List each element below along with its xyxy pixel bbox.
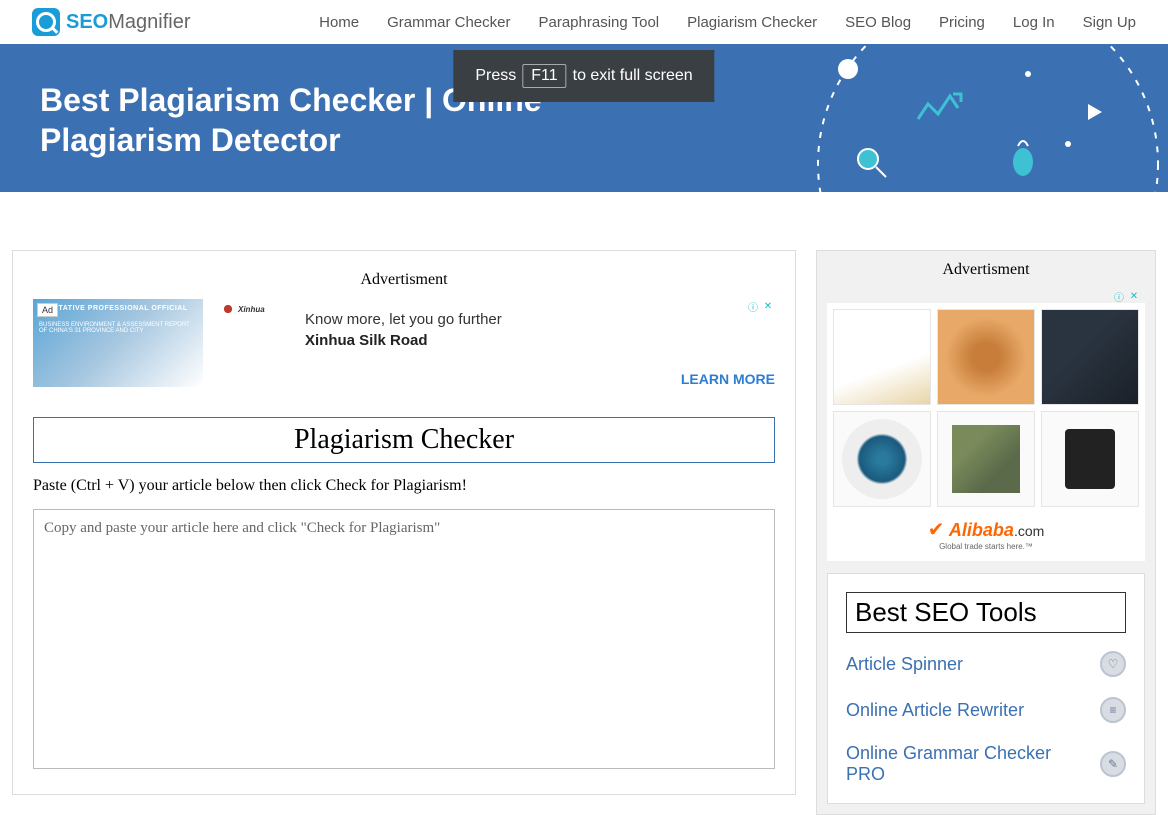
- ad-brand-name: Xinhua: [238, 305, 265, 314]
- alibaba-logo[interactable]: ✔ Alibaba.com Global trade starts here.™: [833, 513, 1139, 555]
- tool-row: Online Grammar Checker PRO ✎: [846, 743, 1126, 785]
- tools-title: Best SEO Tools: [846, 592, 1126, 633]
- ad-product-sdcard[interactable]: [1041, 411, 1139, 507]
- alibaba-name: Alibaba: [949, 520, 1014, 540]
- sidebar-ad-choices[interactable]: ⓘ ✕: [827, 289, 1145, 303]
- xinhua-icon: [221, 302, 235, 316]
- ad-product-case[interactable]: [1041, 309, 1139, 405]
- ad-close-icon[interactable]: ✕: [761, 299, 775, 313]
- ad-choices[interactable]: ⓘ ✕: [746, 299, 775, 313]
- ad-brand-logo: Xinhua: [221, 299, 279, 319]
- advertisement-main[interactable]: Ad HORITATIVE PROFESSIONAL OFFICIAL BUSI…: [33, 299, 775, 387]
- ad-cta[interactable]: LEARN MORE: [305, 371, 775, 387]
- sidebar: Advertisment ⓘ ✕ ✔ Alibaba.com Global tr…: [816, 250, 1156, 815]
- magnifier-icon: [32, 8, 60, 36]
- nav-paraphrasing-tool[interactable]: Paraphrasing Tool: [538, 14, 659, 31]
- seo-tools-panel: Best SEO Tools Article Spinner ♡ Online …: [827, 573, 1145, 804]
- hero-decoration-icon: [768, 44, 1168, 192]
- nav-plagiarism-checker[interactable]: Plagiarism Checker: [687, 14, 817, 31]
- fullscreen-post: to exit full screen: [573, 67, 693, 85]
- ad-title: Xinhua Silk Road: [305, 332, 775, 349]
- nav-seo-blog[interactable]: SEO Blog: [845, 14, 911, 31]
- ad-thumb-headline: HORITATIVE PROFESSIONAL OFFICIAL: [39, 305, 197, 312]
- article-textarea[interactable]: [33, 509, 775, 769]
- tool-row: Online Article Rewriter ≡: [846, 697, 1126, 723]
- ad-close-icon[interactable]: ✕: [1127, 289, 1141, 303]
- fullscreen-key: F11: [522, 64, 566, 88]
- tool-row: Article Spinner ♡: [846, 651, 1126, 677]
- rewriter-icon: ≡: [1100, 697, 1126, 723]
- logo-text: SEOMagnifier: [66, 11, 191, 34]
- adchoices-icon[interactable]: ⓘ: [1112, 289, 1126, 303]
- top-navigation: SEOMagnifier Home Grammar Checker Paraph…: [0, 0, 1168, 44]
- ad-thumbnail: Ad HORITATIVE PROFESSIONAL OFFICIAL BUSI…: [33, 299, 203, 387]
- tool-article-spinner[interactable]: Article Spinner: [846, 654, 963, 675]
- main-panel: Advertisment Ad HORITATIVE PROFESSIONAL …: [12, 250, 796, 795]
- tool-grammar-checker[interactable]: Online Grammar Checker PRO: [846, 743, 1066, 785]
- spinner-icon: ♡: [1100, 651, 1126, 677]
- nav-login[interactable]: Log In: [1013, 14, 1055, 31]
- adchoices-icon[interactable]: ⓘ: [746, 299, 760, 313]
- sidebar-ad-grid[interactable]: ✔ Alibaba.com Global trade starts here.™: [827, 303, 1145, 561]
- nav-signup[interactable]: Sign Up: [1083, 14, 1136, 31]
- nav-grammar-checker[interactable]: Grammar Checker: [387, 14, 510, 31]
- alibaba-suffix: .com: [1014, 523, 1044, 539]
- ad-tag: Ad: [37, 303, 58, 317]
- ad-product-cpu[interactable]: [937, 411, 1035, 507]
- sidebar-ad-label: Advertisment: [827, 261, 1145, 279]
- ad-product-shoe[interactable]: [833, 309, 931, 405]
- fullscreen-notice: Press F11 to exit full screen: [453, 50, 714, 102]
- ad-product-pillow[interactable]: [833, 411, 931, 507]
- tool-article-rewriter[interactable]: Online Article Rewriter: [846, 700, 1024, 721]
- logo[interactable]: SEOMagnifier: [32, 8, 191, 36]
- nav-pricing[interactable]: Pricing: [939, 14, 985, 31]
- section-title: Plagiarism Checker: [33, 417, 775, 463]
- ad-label: Advertisment: [33, 271, 775, 289]
- ad-body: Know more, let you go further Xinhua Sil…: [305, 299, 775, 387]
- instruction-text: Paste (Ctrl + V) your article below then…: [33, 477, 775, 495]
- content-area: Advertisment Ad HORITATIVE PROFESSIONAL …: [0, 192, 1168, 815]
- fullscreen-pre: Press: [475, 67, 516, 85]
- alibaba-tagline: Global trade starts here.™: [837, 542, 1135, 551]
- main-nav: Home Grammar Checker Paraphrasing Tool P…: [319, 14, 1136, 31]
- ad-product-almonds[interactable]: [937, 309, 1035, 405]
- nav-home[interactable]: Home: [319, 14, 359, 31]
- ad-subtitle: Know more, let you go further: [305, 311, 775, 328]
- ad-thumb-sub: BUSINESS ENVIRONMENT & ASSESSMENT REPORT…: [39, 322, 197, 334]
- grammar-icon: ✎: [1100, 751, 1126, 777]
